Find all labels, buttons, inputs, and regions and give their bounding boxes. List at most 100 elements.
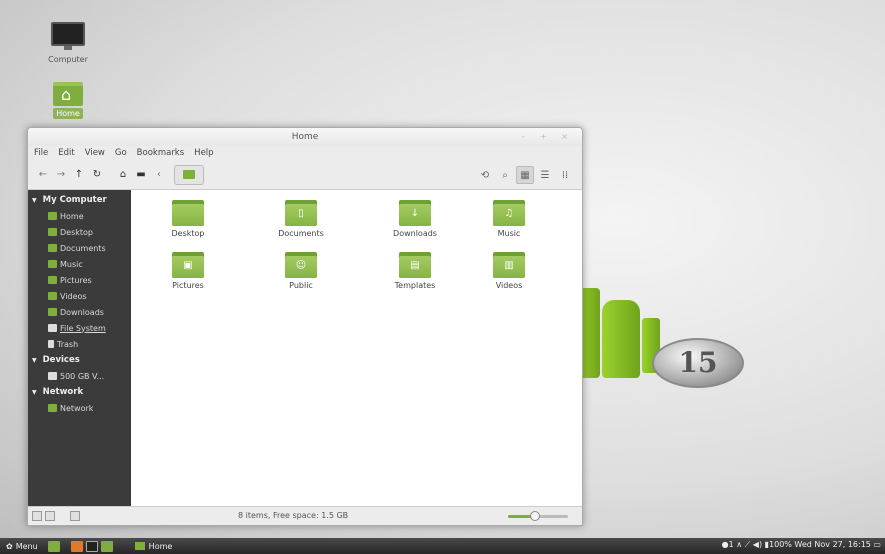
desktop-icon-computer[interactable]: Computer <box>38 22 98 65</box>
file-manager-window: Home – + × File Edit View Go Bookmarks H… <box>27 127 583 526</box>
taskbar: ✿ Menu Home ●1 ∧ ⟋ ◀) ▮100% Wed Nov 27, … <box>0 538 885 554</box>
sidebar-item-label: Pictures <box>60 275 92 285</box>
section-title: My Computer <box>42 195 107 205</box>
up-icon[interactable]: ↑ <box>70 166 88 184</box>
menu-button[interactable]: ✿ Menu <box>0 542 44 551</box>
public-folder-icon: ☺ <box>285 252 317 278</box>
back-icon[interactable]: ← <box>34 166 52 184</box>
sidebar-item-pictures[interactable]: Pictures <box>28 272 131 288</box>
desktop-icon-label: Computer <box>48 55 88 64</box>
file-label: Pictures <box>172 281 204 290</box>
window-body: ▼ My Computer Home Desktop Documents Musi… <box>28 190 582 506</box>
show-desktop-icon[interactable] <box>47 540 60 552</box>
file-item-templates[interactable]: ▤ Templates <box>370 252 460 290</box>
chevron-left-icon[interactable]: ‹ <box>150 166 168 184</box>
sidebar: ▼ My Computer Home Desktop Documents Musi… <box>28 190 131 506</box>
sidebar-section-my-computer[interactable]: ▼ My Computer <box>28 192 131 208</box>
file-item-pictures[interactable]: ▣ Pictures <box>143 252 233 290</box>
desktop-folder-icon <box>172 200 204 226</box>
version-badge: 15 <box>652 338 744 388</box>
home-folder-icon <box>48 212 57 220</box>
music-folder-icon: ♫ <box>493 200 525 226</box>
status-bar: 8 items, Free space: 1.5 GB <box>28 506 582 525</box>
sidebar-item-label: File System <box>60 323 106 333</box>
desktop-icon-label: Home <box>53 108 83 119</box>
videos-folder-icon <box>48 292 57 300</box>
title-bar[interactable]: Home – + × <box>28 128 582 146</box>
file-label: Music <box>497 229 521 238</box>
expander-icon: ▼ <box>32 388 37 396</box>
network-icon <box>48 404 57 412</box>
tree-toggle-button[interactable] <box>45 511 55 521</box>
window-controls[interactable]: – + × <box>522 128 575 146</box>
drive-icon <box>48 324 57 332</box>
sidebar-item-downloads[interactable]: Downloads <box>28 304 131 320</box>
file-label: Public <box>289 281 313 290</box>
icon-view-button[interactable]: ▦ <box>516 166 534 184</box>
taskbar-window-home[interactable]: Home <box>134 542 172 551</box>
file-item-downloads[interactable]: ↓ Downloads <box>370 200 460 238</box>
launchers <box>47 540 113 552</box>
sidebar-item-label: Desktop <box>60 227 93 237</box>
menu-bookmarks[interactable]: Bookmarks <box>137 148 185 158</box>
file-item-music[interactable]: ♫ Music <box>464 200 554 238</box>
sidebar-item-network[interactable]: Network <box>28 400 131 416</box>
status-text: 8 items, Free space: 1.5 GB <box>238 511 349 520</box>
file-item-documents[interactable]: ▯ Documents <box>256 200 346 238</box>
list-view-button[interactable]: ☰ <box>536 166 554 184</box>
compact-view-button[interactable]: ⁞⁞ <box>556 166 574 184</box>
sidebar-item-label: Trash <box>57 339 79 349</box>
home-folder-icon <box>134 542 145 550</box>
sidebar-toggle-button[interactable] <box>70 511 80 521</box>
mint-menu-icon: ✿ <box>6 541 13 551</box>
system-tray[interactable]: ●1 ∧ ⟋ ◀) ▮100% Wed Nov 27, 16:15 ▭ <box>722 540 881 550</box>
sidebar-item-videos[interactable]: Videos <box>28 288 131 304</box>
home-icon[interactable]: ⌂ <box>114 166 132 184</box>
file-item-videos[interactable]: ▥ Videos <box>464 252 554 290</box>
zoom-handle[interactable] <box>530 511 540 521</box>
sidebar-item-file-system[interactable]: File System <box>28 320 131 336</box>
drive-icon <box>48 372 57 380</box>
menu-label: Menu <box>15 541 38 551</box>
file-item-public[interactable]: ☺ Public <box>256 252 346 290</box>
menu-file[interactable]: File <box>34 148 48 158</box>
sidebar-item-label: Downloads <box>60 307 104 317</box>
menu-go[interactable]: Go <box>115 148 127 158</box>
terminal-icon[interactable] <box>85 540 98 552</box>
reload-icon[interactable]: ↻ <box>88 166 106 184</box>
sidebar-item-desktop[interactable]: Desktop <box>28 224 131 240</box>
sidebar-item-home[interactable]: Home <box>28 208 131 224</box>
computer-icon <box>51 22 85 50</box>
location-toggle-icon[interactable]: ⟲ <box>476 166 494 184</box>
firefox-icon[interactable] <box>70 540 83 552</box>
search-icon[interactable]: ⌕ <box>496 166 514 184</box>
menu-help[interactable]: Help <box>194 148 213 158</box>
menu-edit[interactable]: Edit <box>58 148 74 158</box>
sidebar-item-documents[interactable]: Documents <box>28 240 131 256</box>
sidebar-section-devices[interactable]: ▼ Devices <box>28 352 131 368</box>
file-view[interactable]: Desktop ▯ Documents ↓ Downloads ♫ Music … <box>131 190 582 506</box>
desktop-folder-icon <box>48 228 57 236</box>
file-label: Desktop <box>171 229 205 238</box>
file-item-desktop[interactable]: Desktop <box>143 200 233 238</box>
sidebar-item-music[interactable]: Music <box>28 256 131 272</box>
breadcrumb-home[interactable] <box>174 164 204 185</box>
sidebar-item-trash[interactable]: Trash <box>28 336 131 352</box>
files-icon[interactable] <box>100 540 113 552</box>
desktop-icon-home[interactable]: Home <box>38 82 98 119</box>
file-label: Documents <box>278 229 324 238</box>
forward-icon[interactable]: → <box>52 166 70 184</box>
places-toggle-button[interactable] <box>32 511 42 521</box>
toolbar: ← → ↑ ↻ ⌂ ▬ ‹ ⟲ ⌕ ▦ ☰ ⁞⁞ <box>28 160 582 190</box>
sidebar-section-network[interactable]: ▼ Network <box>28 384 131 400</box>
menu-view[interactable]: View <box>85 148 105 158</box>
documents-folder-icon <box>48 244 57 252</box>
zoom-slider[interactable] <box>508 511 568 521</box>
downloads-folder-icon <box>48 308 57 316</box>
sidebar-item-volume[interactable]: 500 GB V... <box>28 368 131 384</box>
computer-icon[interactable]: ▬ <box>132 166 150 184</box>
documents-folder-icon: ▯ <box>285 200 317 226</box>
home-folder-icon <box>183 170 195 179</box>
section-title: Devices <box>42 355 80 365</box>
file-label: Downloads <box>393 229 437 238</box>
